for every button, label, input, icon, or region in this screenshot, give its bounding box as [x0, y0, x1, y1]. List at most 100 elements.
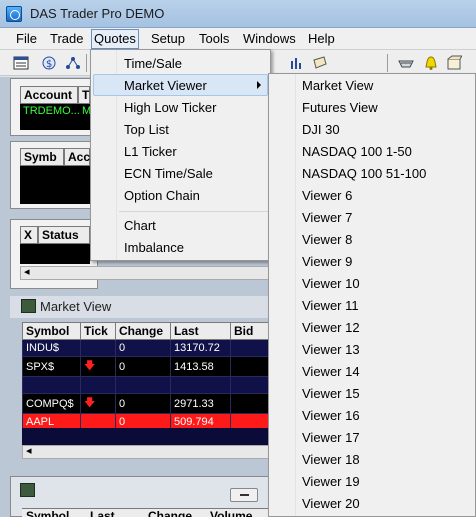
market-viewer-submenu: Market View Futures View DJI 30 NASDAQ 1…: [268, 73, 476, 517]
menu-item-option-chain[interactable]: Option Chain: [124, 188, 200, 203]
toolbar-separator: [86, 54, 87, 72]
symbol-header[interactable]: Symbol: [26, 509, 69, 517]
bid-cell: [230, 376, 272, 394]
menu-windows[interactable]: Windows: [240, 31, 299, 47]
bottom-grid-header: Symbol Last Change Volume: [22, 508, 272, 517]
alert-bell-icon[interactable]: [423, 55, 439, 71]
bid-cell: [230, 393, 272, 414]
menu-bar: File Trade Quotes Setup Tools Windows He…: [0, 28, 476, 50]
minimize-button[interactable]: [230, 488, 258, 502]
submenu-item-viewer-20[interactable]: Viewer 20: [302, 496, 360, 511]
bid-cell: [230, 356, 272, 377]
submenu-item-viewer-10[interactable]: Viewer 10: [302, 276, 360, 291]
volume-header[interactable]: Volume: [210, 509, 252, 517]
submenu-item-viewer-18[interactable]: Viewer 18: [302, 452, 360, 467]
menu-separator: [119, 211, 269, 212]
submenu-item-nasdaq-51-100[interactable]: NASDAQ 100 51-100: [302, 166, 426, 181]
change-cell: 0: [115, 339, 171, 357]
submenu-item-viewer-13[interactable]: Viewer 13: [302, 342, 360, 357]
ticket-icon[interactable]: [312, 55, 328, 71]
table-row[interactable]: INDU$ 0 13170.72: [22, 339, 272, 357]
menu-trade[interactable]: Trade: [47, 31, 86, 47]
last-cell: 1413.58: [170, 356, 231, 377]
change-cell: 0: [115, 393, 171, 414]
tray-icon[interactable]: [398, 55, 414, 71]
submenu-item-nasdaq-1-50[interactable]: NASDAQ 100 1-50: [302, 144, 412, 159]
table-row[interactable]: SPX$ 🡇 0 1413.58: [22, 356, 272, 377]
submenu-item-viewer-7[interactable]: Viewer 7: [302, 210, 352, 225]
network-icon[interactable]: [65, 55, 81, 71]
submenu-item-dji-30[interactable]: DJI 30: [302, 122, 340, 137]
account-type-column-header[interactable]: T: [78, 86, 90, 104]
position-grid: [20, 166, 90, 204]
scroll-left-icon[interactable]: ◂: [24, 265, 30, 278]
menu-item-top-list[interactable]: Top List: [124, 122, 169, 137]
scroll-left-icon[interactable]: ◂: [26, 444, 32, 457]
market-view-table: Symbol Tick Change Last Bid INDU$ 0 1317…: [22, 322, 272, 431]
submenu-item-viewer-19[interactable]: Viewer 19: [302, 474, 360, 489]
last-cell: [170, 376, 231, 394]
table-row[interactable]: COMPQ$ 🡇 0 2971.33: [22, 393, 272, 414]
market-view-scrollbar[interactable]: ◂: [22, 445, 272, 459]
menu-item-l1-ticker[interactable]: L1 Ticker: [124, 144, 177, 159]
chart-bars-icon[interactable]: [289, 55, 305, 71]
submenu-item-viewer-6[interactable]: Viewer 6: [302, 188, 352, 203]
last-cell: 2971.33: [170, 393, 231, 414]
horizontal-scrollbar[interactable]: ◂: [20, 266, 270, 280]
account-column-header-2[interactable]: Acc: [64, 148, 90, 166]
toolbar-separator-2: [387, 54, 388, 72]
tick-cell: 🡇: [80, 356, 116, 377]
symbol-column-header[interactable]: Symb: [20, 148, 64, 166]
tick-header[interactable]: Tick: [80, 322, 116, 340]
menu-help[interactable]: Help: [305, 31, 338, 47]
menu-item-imbalance[interactable]: Imbalance: [124, 240, 184, 255]
account-id[interactable]: TRDEMO...: [23, 105, 80, 117]
app-icon: [6, 6, 22, 22]
symbol-header[interactable]: Symbol: [22, 322, 81, 340]
table-row[interactable]: [22, 376, 272, 394]
last-cell: 13170.72: [170, 339, 231, 357]
menu-quotes[interactable]: Quotes: [91, 29, 139, 49]
menu-item-ecn-time-sale[interactable]: ECN Time/Sale: [124, 166, 213, 181]
menu-item-chart[interactable]: Chart: [124, 218, 156, 233]
account-grid: TRDEMO... M: [20, 104, 91, 130]
menu-setup[interactable]: Setup: [148, 31, 188, 47]
menu-tools[interactable]: Tools: [196, 31, 232, 47]
bid-cell: [230, 339, 272, 357]
submenu-item-viewer-15[interactable]: Viewer 15: [302, 386, 360, 401]
quotes-menu: Time/Sale Market Viewer High Low Ticker …: [90, 49, 271, 261]
submenu-item-viewer-9[interactable]: Viewer 9: [302, 254, 352, 269]
last-header[interactable]: Last: [90, 509, 115, 517]
submenu-item-viewer-17[interactable]: Viewer 17: [302, 430, 360, 445]
status-column-header[interactable]: Status: [38, 226, 90, 244]
submenu-item-viewer-14[interactable]: Viewer 14: [302, 364, 360, 379]
symbol-cell: [22, 376, 81, 394]
submenu-item-viewer-8[interactable]: Viewer 8: [302, 232, 352, 247]
cancel-column-header[interactable]: X: [20, 226, 38, 244]
tick-cell: 🡇: [80, 393, 116, 414]
order-grid: [20, 244, 90, 264]
menu-item-time-sale[interactable]: Time/Sale: [124, 56, 182, 71]
menu-file[interactable]: File: [13, 31, 40, 47]
dollar-icon[interactable]: $: [41, 55, 57, 71]
menu-item-high-low-ticker[interactable]: High Low Ticker: [124, 100, 216, 115]
submenu-item-viewer-16[interactable]: Viewer 16: [302, 408, 360, 423]
menu-item-market-viewer[interactable]: Market Viewer: [124, 78, 207, 93]
submenu-item-market-view[interactable]: Market View: [302, 78, 373, 93]
account-column-header[interactable]: Account: [20, 86, 78, 104]
change-header[interactable]: Change: [115, 322, 171, 340]
tick-cell: [80, 339, 116, 357]
package-icon[interactable]: [446, 55, 462, 71]
change-header[interactable]: Change: [148, 509, 192, 517]
submenu-icon-strip: [269, 74, 296, 516]
submenu-item-viewer-11[interactable]: Viewer 11: [302, 298, 359, 313]
last-header[interactable]: Last: [170, 322, 231, 340]
submenu-item-viewer-12[interactable]: Viewer 12: [302, 320, 360, 335]
bid-header[interactable]: Bid: [230, 322, 272, 340]
symbol-cell: SPX$: [22, 356, 81, 377]
market-view-title: Market View: [40, 299, 112, 314]
submenu-item-futures-view[interactable]: Futures View: [302, 100, 378, 115]
change-cell: [115, 376, 171, 394]
montage-icon[interactable]: [13, 55, 29, 71]
svg-text:$: $: [46, 59, 52, 70]
